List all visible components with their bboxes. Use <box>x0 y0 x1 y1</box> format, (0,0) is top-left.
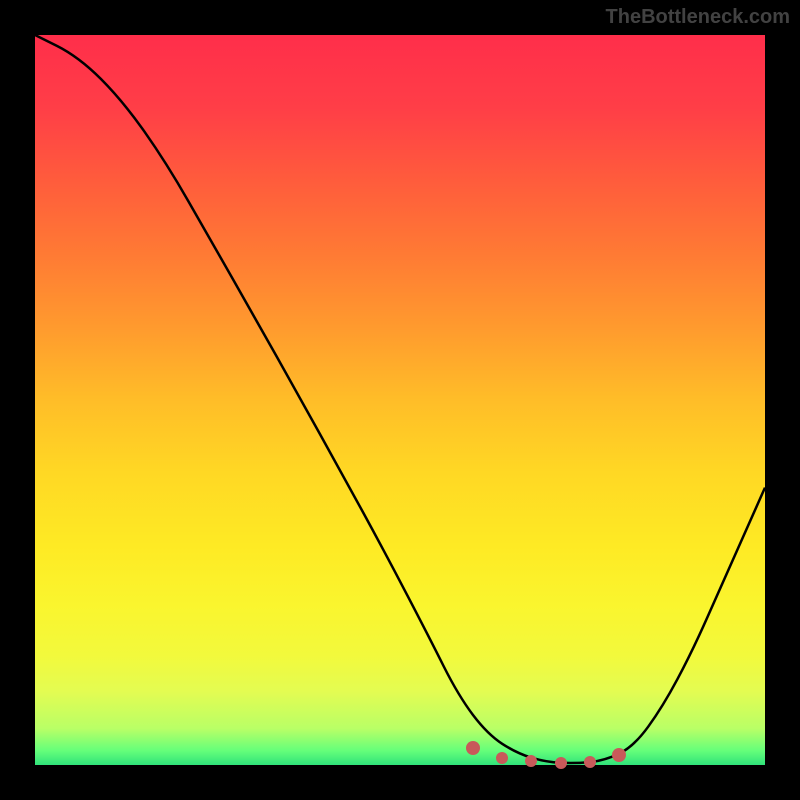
optimal-range-markers <box>35 35 765 765</box>
curve-marker <box>525 755 537 767</box>
curve-marker <box>612 748 626 762</box>
chart-plot-area <box>35 35 765 765</box>
curve-marker <box>466 741 480 755</box>
curve-marker <box>555 757 567 769</box>
curve-marker <box>584 756 596 768</box>
curve-marker <box>496 752 508 764</box>
watermark-text: TheBottleneck.com <box>606 6 790 29</box>
